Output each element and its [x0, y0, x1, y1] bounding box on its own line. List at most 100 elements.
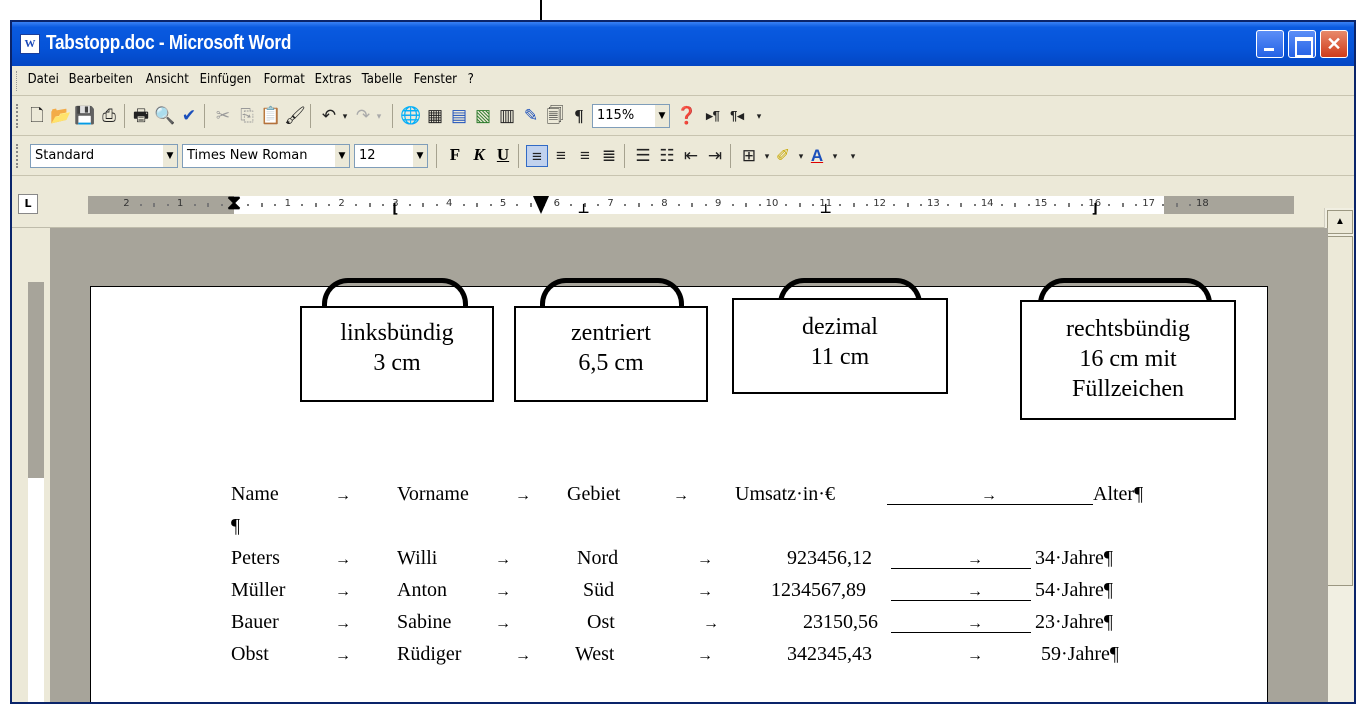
permission-icon[interactable]: ⎙ [98, 105, 120, 127]
decrease-indent-icon[interactable]: ⇤ [680, 145, 702, 167]
ruler-tick [408, 204, 411, 206]
show-formatting-icon[interactable]: ¶ [568, 105, 590, 127]
ruler-tick [435, 204, 438, 206]
menu-help[interactable]: ? [464, 72, 479, 87]
align-right-icon[interactable]: ≡ [574, 145, 596, 167]
menu-einfuegen[interactable]: Einfügen [196, 72, 257, 87]
ruler-tick [866, 204, 869, 206]
insert-excel-icon[interactable]: ▧ [472, 105, 494, 127]
ltr-icon[interactable]: ▸¶ [702, 105, 724, 127]
menu-format[interactable]: Format [260, 72, 310, 87]
vertical-scrollbar[interactable]: ▲ [1324, 208, 1354, 702]
menu-fenster[interactable]: Fenster [410, 72, 462, 87]
ruler-tick [1000, 204, 1003, 206]
cell-name: Obst [231, 643, 269, 665]
hyperlink-icon[interactable]: 🌐 [400, 105, 422, 127]
rtl-icon[interactable]: ¶◂ [726, 105, 748, 127]
drawing-icon[interactable]: ✎ [520, 105, 542, 127]
new-document-icon[interactable]: 🗋 [26, 105, 48, 127]
ruler-tick [274, 204, 277, 206]
menu-bearbeiten[interactable]: Bearbeiten [65, 72, 138, 87]
ruler-tick [1135, 204, 1138, 206]
vertical-ruler[interactable] [28, 282, 44, 702]
tables-borders-icon[interactable]: ▦ [424, 105, 446, 127]
maximize-button[interactable] [1288, 30, 1316, 58]
open-icon[interactable]: 📂 [50, 105, 72, 127]
copy-icon[interactable]: ⎘ [236, 105, 258, 127]
ruler-number: 17 [1142, 198, 1155, 209]
toolbar-separator [518, 144, 519, 168]
chevron-down-icon[interactable]: ▼ [413, 145, 427, 167]
menu-tabelle[interactable]: Tabelle [358, 72, 408, 87]
justify-icon[interactable]: ≣ [598, 145, 620, 167]
tab-selector[interactable]: L [18, 194, 38, 214]
ruler-tick [1067, 203, 1070, 207]
tab-stop-marker-icon[interactable]: ⌊ [392, 202, 398, 217]
ruler-tick [1162, 204, 1165, 206]
align-center-icon[interactable]: ≡ [550, 145, 572, 167]
insert-table-icon[interactable]: ▤ [448, 105, 470, 127]
tab-arrow: → [515, 487, 531, 504]
header-alter: Alter¶ [1093, 483, 1144, 505]
scroll-up-button[interactable]: ▲ [1327, 210, 1353, 234]
save-icon[interactable]: 💾 [74, 105, 96, 127]
toolbar-separator [436, 144, 437, 168]
scroll-thumb[interactable] [1327, 236, 1353, 586]
style-value: Standard [35, 148, 95, 163]
redo-dropdown-icon[interactable]: ▾ [368, 105, 390, 127]
italic-button[interactable]: K [468, 145, 490, 167]
font-size-combo[interactable]: 12 ▼ [354, 144, 428, 168]
menu-extras[interactable]: Extras [311, 72, 357, 87]
ruler-tick [1054, 204, 1057, 206]
tab-stop-marker-icon[interactable]: ⊥ [820, 202, 832, 217]
format-painter-icon[interactable]: 🖌 [284, 105, 306, 127]
horizontal-ruler[interactable]: L 2 1 1 2 3 4 5 6 7 8 9 10 11 12 13 14 15 16 17 18 ⧗ ⌊ ⊥ ⊥ ⌋ [12, 176, 1324, 228]
minimize-icon [1257, 31, 1283, 57]
tab-arrow: → [697, 647, 713, 664]
tab-arrow: → [335, 583, 351, 600]
increase-indent-icon[interactable]: ⇥ [704, 145, 726, 167]
style-combo[interactable]: Standard ▼ [30, 144, 178, 168]
bold-button[interactable]: F [444, 145, 466, 167]
chevron-down-icon[interactable]: ▼ [163, 145, 177, 167]
toolbar-grip[interactable] [16, 144, 19, 168]
ruler-tick [677, 204, 680, 206]
minimize-button[interactable] [1256, 30, 1284, 58]
ruler-tick [153, 203, 156, 207]
spelling-icon[interactable]: ✔ [178, 105, 200, 127]
tab-stop-marker-icon[interactable]: ⌋ [1092, 202, 1098, 217]
close-button[interactable]: ✕ [1320, 30, 1348, 58]
header-vorname: Vorname [397, 483, 469, 505]
cut-icon[interactable]: ✂ [212, 105, 234, 127]
zoom-value: 115% [597, 108, 635, 123]
print-preview-icon[interactable]: 🔍 [154, 105, 176, 127]
font-combo[interactable]: Times New Roman ▼ [182, 144, 350, 168]
help-icon[interactable]: ❓ [676, 105, 698, 127]
tab-stop-marker-icon[interactable]: ⊥ [578, 202, 590, 217]
ruler-tick [489, 204, 492, 206]
bullets-icon[interactable]: ☷ [656, 145, 678, 167]
header-name: Name [231, 483, 279, 505]
zoom-combo[interactable]: 115% ▼ [592, 104, 670, 128]
document-map-icon[interactable]: 🗐 [544, 105, 566, 127]
chevron-down-icon[interactable]: ▼ [655, 105, 669, 127]
print-icon[interactable]: 🖶 [130, 105, 152, 127]
callout-line: linksbündig [340, 320, 454, 346]
paste-icon[interactable]: 📋 [260, 105, 282, 127]
menu-ansicht[interactable]: Ansicht [142, 72, 194, 87]
menu-datei[interactable]: Datei [24, 72, 64, 87]
underline-button[interactable]: U [492, 145, 514, 167]
title-bar[interactable]: W Tabstopp.doc - Microsoft Word ✕ [12, 22, 1354, 66]
ruler-tick [731, 204, 734, 206]
chevron-down-icon[interactable]: ▼ [335, 145, 349, 167]
toolbar-grip[interactable] [16, 104, 19, 128]
menubar-grip[interactable] [16, 71, 19, 91]
cell-vorname: Rüdiger [397, 643, 462, 665]
align-left-icon[interactable]: ≡ [526, 145, 548, 167]
columns-icon[interactable]: ▥ [496, 105, 518, 127]
toolbar-options-icon[interactable]: ▾ [748, 105, 770, 127]
indent-marker-icon[interactable]: ⧗ [227, 190, 241, 214]
numbering-icon[interactable]: ☰ [632, 145, 654, 167]
table-row: Peters → Willi → Nord → 923456,12 → 34·J… [91, 547, 1267, 579]
toolbar-options-icon[interactable]: ▾ [842, 145, 864, 167]
